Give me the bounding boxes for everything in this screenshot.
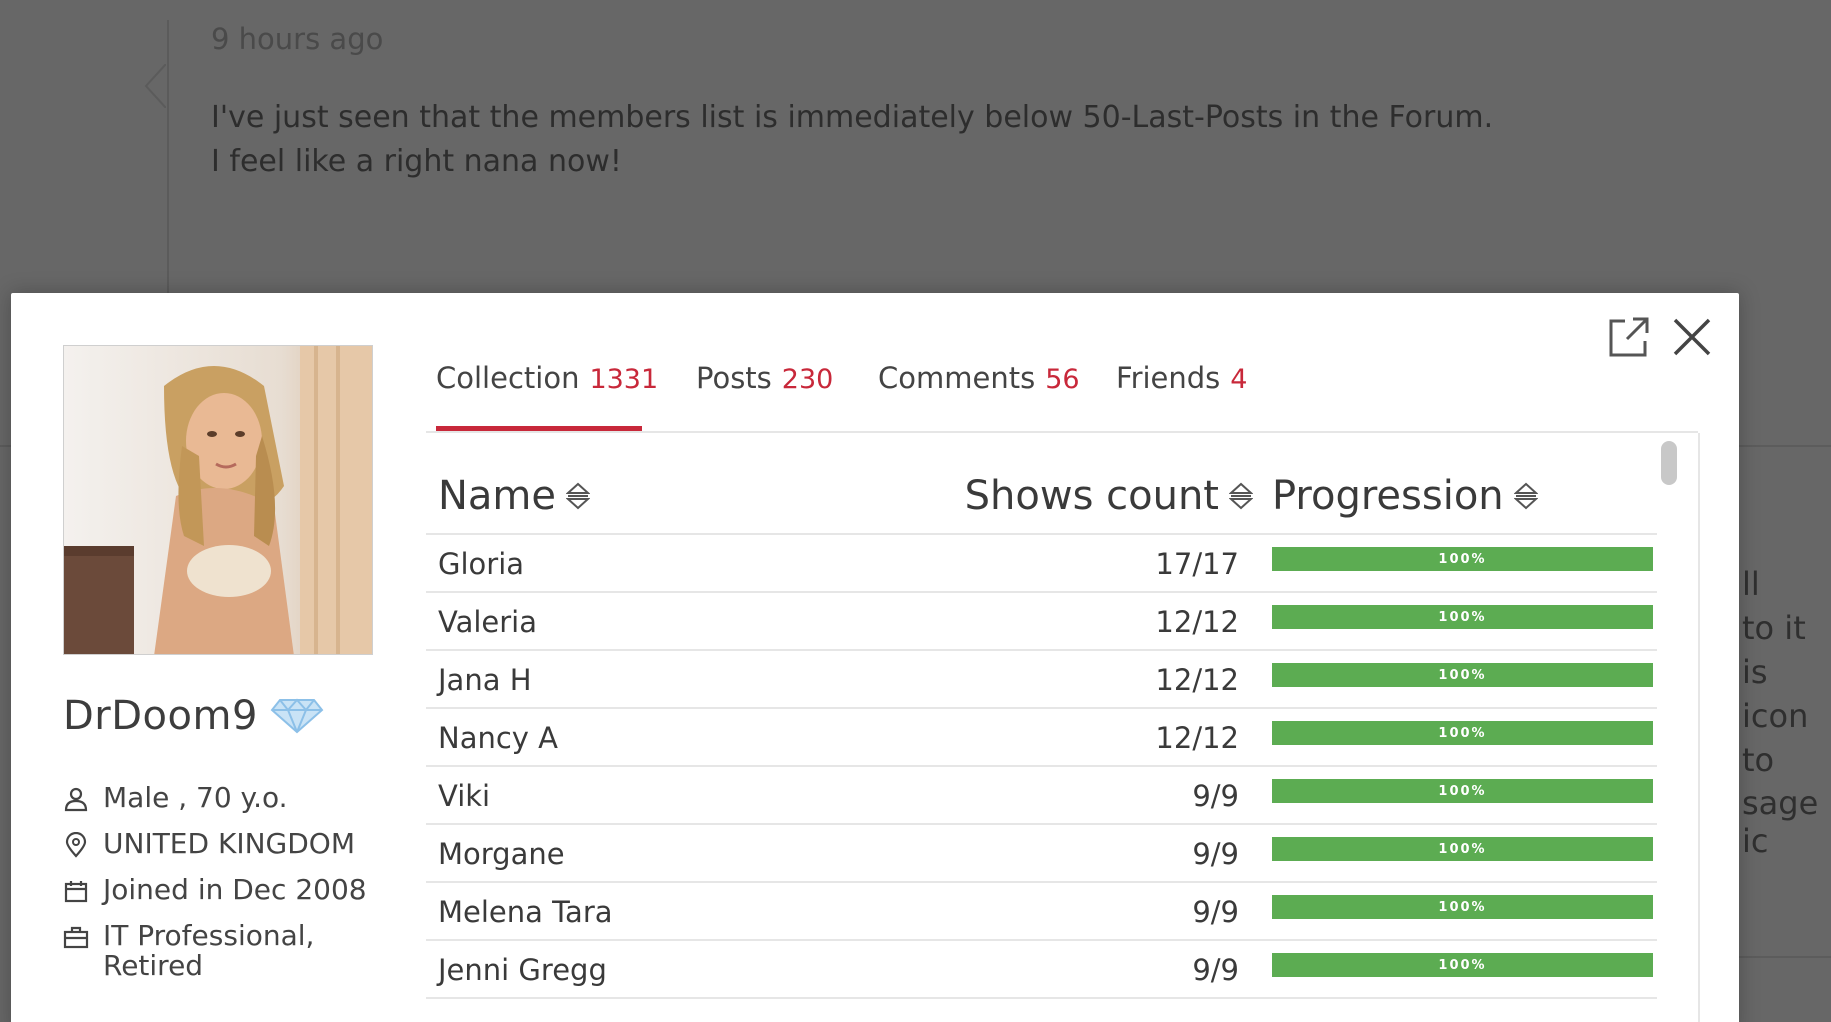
divider [1739, 956, 1831, 958]
progress-label: 100% [1438, 551, 1487, 567]
joined-row: Joined in Dec 2008 [63, 875, 367, 905]
row-name[interactable]: Gloria [438, 547, 524, 581]
sort-icon [566, 482, 591, 510]
table-row[interactable]: Morgane 9/9 100% [426, 825, 1657, 883]
table-row[interactable]: Gloria 17/17 100% [426, 535, 1657, 593]
progress-label: 100% [1438, 783, 1487, 799]
sort-icon [1229, 482, 1253, 510]
location-pin-icon [65, 832, 87, 858]
avatar [63, 345, 373, 655]
progress-label: 100% [1438, 667, 1487, 683]
column-header-name[interactable]: Name [438, 473, 591, 519]
username: DrDoom9 [63, 693, 258, 739]
tab-collection[interactable]: Collection 1331 [436, 361, 658, 431]
country-row: UNITED KINGDOM [63, 829, 367, 859]
table-row[interactable]: Viki 9/9 100% [426, 767, 1657, 825]
row-shows-count: 12/12 [1155, 605, 1239, 639]
tab-posts[interactable]: Posts 230 [696, 361, 833, 429]
collection-table: Name Shows count Progression Gloria 17/1… [426, 433, 1700, 1022]
progress-bar: 100% [1272, 605, 1653, 629]
user-icon [64, 787, 88, 812]
tab-friends[interactable]: Friends 4 [1116, 361, 1247, 429]
tab-count: 56 [1045, 364, 1080, 395]
progress-bar: 100% [1272, 663, 1653, 687]
column-header-progression[interactable]: Progression [1272, 473, 1538, 519]
gender-age-row: Male , 70 y.o. [63, 783, 367, 813]
background-side-text: ll to it is icon to [1742, 565, 1809, 779]
username-row: DrDoom9 [63, 693, 324, 739]
header-label: Progression [1272, 473, 1504, 519]
progress-bar: 100% [1272, 837, 1653, 861]
gender-age: Male , 70 y.o. [103, 781, 288, 814]
progress-bar: 100% [1272, 721, 1653, 745]
column-header-shows-count[interactable]: Shows count [965, 473, 1253, 519]
briefcase-icon [63, 926, 89, 949]
table-scrollbar[interactable] [1661, 441, 1677, 485]
table-row[interactable]: Melena Tara 9/9 100% [426, 883, 1657, 941]
row-name[interactable]: Viki [438, 779, 490, 813]
tab-label: Comments [878, 361, 1036, 395]
occupation-row: IT Professional, Retired [63, 921, 367, 981]
tab-count: 230 [781, 364, 834, 395]
joined-date: Joined in Dec 2008 [103, 873, 367, 906]
table-header: Name Shows count Progression [426, 433, 1657, 535]
row-name[interactable]: Jana H [438, 663, 532, 697]
divider [1739, 445, 1831, 447]
row-shows-count: 9/9 [1192, 779, 1239, 813]
progress-bar: 100% [1272, 779, 1653, 803]
occupation: IT Professional, Retired [103, 919, 315, 982]
profile-modal: DrDoom9 Male , 70 y.o. UNITED KINGDOM Jo… [11, 293, 1739, 1022]
post-timestamp: 9 hours ago [211, 22, 384, 56]
diamond-icon [270, 698, 324, 734]
row-shows-count: 9/9 [1192, 895, 1239, 929]
background-side-text: sage ic [1742, 784, 1819, 860]
tab-label: Collection [436, 361, 580, 395]
table-row[interactable]: Jana H 12/12 100% [426, 651, 1657, 709]
header-label: Name [438, 473, 557, 519]
row-name[interactable]: Jenni Gregg [438, 953, 607, 987]
progress-bar: 100% [1272, 895, 1653, 919]
row-name[interactable]: Morgane [438, 837, 565, 871]
profile-info: Male , 70 y.o. UNITED KINGDOM Joined in … [63, 783, 367, 997]
row-shows-count: 12/12 [1155, 721, 1239, 755]
row-name[interactable]: Nancy A [438, 721, 558, 755]
progress-label: 100% [1438, 725, 1487, 741]
progress-label: 100% [1438, 899, 1487, 915]
sort-icon [1513, 482, 1538, 510]
progress-label: 100% [1438, 957, 1487, 973]
divider [0, 445, 11, 447]
row-shows-count: 12/12 [1155, 663, 1239, 697]
table-row[interactable]: Nancy A 12/12 100% [426, 709, 1657, 767]
calendar-icon [64, 881, 88, 903]
progress-bar: 100% [1272, 547, 1653, 571]
row-shows-count: 17/17 [1155, 547, 1239, 581]
progress-label: 100% [1438, 841, 1487, 857]
row-name[interactable]: Melena Tara [438, 895, 613, 929]
tab-comments[interactable]: Comments 56 [878, 361, 1080, 429]
progress-bar: 100% [1272, 953, 1653, 977]
country: UNITED KINGDOM [103, 827, 355, 860]
thread-line [167, 20, 169, 300]
avatar-photo [64, 346, 372, 654]
tab-count: 1331 [589, 364, 659, 395]
post-message: I've just seen that the members list is … [211, 100, 1494, 179]
row-shows-count: 9/9 [1192, 837, 1239, 871]
tab-count: 4 [1230, 364, 1248, 395]
table-row[interactable]: Jenni Gregg 9/9 100% [426, 941, 1657, 999]
tab-label: Friends [1116, 361, 1221, 395]
table-row[interactable]: Valeria 12/12 100% [426, 593, 1657, 651]
progress-label: 100% [1438, 609, 1487, 625]
row-name[interactable]: Valeria [438, 605, 537, 639]
row-shows-count: 9/9 [1192, 953, 1239, 987]
speech-arrow [144, 64, 166, 108]
header-label: Shows count [964, 473, 1219, 519]
profile-tabs: Collection 1331 Posts 230 Comments 56 Frien… [426, 351, 1698, 433]
tab-label: Posts [696, 361, 772, 395]
